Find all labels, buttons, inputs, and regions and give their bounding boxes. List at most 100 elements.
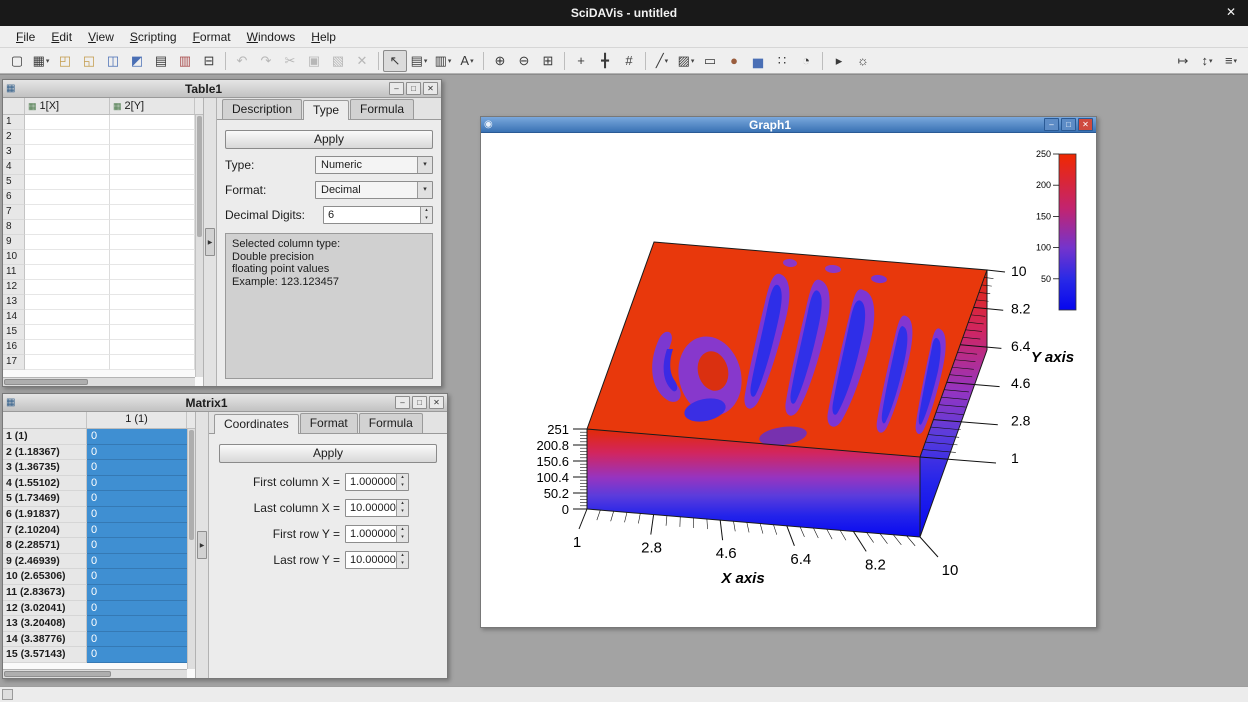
new-project-button[interactable]: ▢	[5, 50, 29, 72]
save-template-button[interactable]: ◩	[125, 50, 149, 72]
table-cell[interactable]	[25, 250, 110, 265]
menu-help[interactable]: Help	[303, 27, 344, 47]
table-cell[interactable]	[110, 355, 195, 370]
row-header[interactable]: 2	[3, 130, 25, 145]
matrix-field-spinbox[interactable]: 1.000000000▴▾	[345, 525, 409, 543]
scroll-thumb[interactable]	[189, 430, 194, 540]
table1-column-header[interactable]: ▦1[X]	[25, 98, 110, 114]
scroll-thumb[interactable]	[197, 116, 202, 237]
matrix1-splitter[interactable]: ▶	[195, 412, 209, 678]
spin-up-icon[interactable]: ▴	[397, 552, 408, 560]
matrix-row-header[interactable]: 3 (1.36735)	[3, 460, 87, 476]
plot-3d-sphere-button[interactable]: ●	[722, 50, 746, 72]
row-header[interactable]: 14	[3, 310, 25, 325]
matrix-row-header[interactable]: 14 (3.38776)	[3, 632, 87, 648]
table-cell[interactable]	[25, 205, 110, 220]
select-rows-button[interactable]: ▥▾	[431, 50, 455, 72]
matrix-cell[interactable]: 0	[87, 632, 187, 648]
scroll-thumb[interactable]	[4, 379, 88, 385]
splitter-arrow-icon[interactable]: ▶	[205, 228, 215, 256]
minimize-button[interactable]: –	[1044, 118, 1059, 131]
tab-description[interactable]: Description	[222, 99, 302, 119]
graph1-window[interactable]: ◉ Graph1 – □ ✕	[480, 116, 1097, 628]
select-range-button[interactable]: #	[617, 50, 641, 72]
matrix-cell[interactable]: 0	[87, 507, 187, 523]
row-header[interactable]: 7	[3, 205, 25, 220]
row-header[interactable]: 8	[3, 220, 25, 235]
table1-grid[interactable]: ▦1[X]▦2[Y] 1234567891011121314151617	[3, 98, 203, 386]
rescale-button[interactable]: ⊞	[536, 50, 560, 72]
spin-down-icon[interactable]: ▾	[397, 534, 408, 542]
matrix1-hscrollbar[interactable]	[3, 669, 187, 678]
tab-formula[interactable]: Formula	[350, 99, 414, 119]
splitter-arrow-icon[interactable]: ▶	[197, 531, 207, 559]
menu-scripting[interactable]: Scripting	[122, 27, 185, 47]
table-cell[interactable]	[25, 130, 110, 145]
matrix-cell[interactable]: 0	[87, 476, 187, 492]
row-header[interactable]: 4	[3, 160, 25, 175]
row-header[interactable]: 1	[3, 115, 25, 130]
new-window-button[interactable]: ▦▾	[29, 50, 53, 72]
matrix-row-header[interactable]: 12 (3.02041)	[3, 601, 87, 617]
export-pdf-button[interactable]: ▥	[173, 50, 197, 72]
table-cell[interactable]	[25, 295, 110, 310]
close-button[interactable]: ✕	[1078, 118, 1093, 131]
matrix-row-header[interactable]: 5 (1.73469)	[3, 491, 87, 507]
zoom-in-button[interactable]: ⊕	[488, 50, 512, 72]
table-cell[interactable]	[25, 190, 110, 205]
matrix-row-header[interactable]: 13 (3.20408)	[3, 616, 87, 632]
matrix-row-header[interactable]: 2 (1.18367)	[3, 445, 87, 461]
table-cell[interactable]	[110, 220, 195, 235]
table1-window[interactable]: ▦ Table1 – □ ✕ ▦1[X]▦2[Y] 12345678910111…	[2, 79, 442, 387]
table-cell[interactable]	[25, 265, 110, 280]
graph1-titlebar[interactable]: ◉ Graph1 – □ ✕	[481, 117, 1096, 133]
column-options-button[interactable]: ≡▾	[1219, 50, 1243, 72]
draw-line-button[interactable]: ╱▾	[650, 50, 674, 72]
matrix-row-header[interactable]: 1 (1)	[3, 429, 87, 445]
table-cell[interactable]	[110, 145, 195, 160]
table-cell[interactable]	[110, 160, 195, 175]
tab-type[interactable]: Type	[303, 100, 349, 120]
maximize-button[interactable]: □	[412, 396, 427, 409]
menu-format[interactable]: Format	[185, 27, 239, 47]
table-cell[interactable]	[25, 325, 110, 340]
screen-reader-button[interactable]: +	[569, 50, 593, 72]
spin-down-icon[interactable]: ▾	[397, 508, 408, 516]
table-cell[interactable]	[110, 265, 195, 280]
add-curve-button[interactable]: ▨▾	[674, 50, 698, 72]
close-button[interactable]: ✕	[423, 82, 438, 95]
spin-down-icon[interactable]: ▾	[421, 215, 432, 223]
zoom-out-button[interactable]: ⊖	[512, 50, 536, 72]
matrix-row-header[interactable]: 6 (1.91837)	[3, 507, 87, 523]
table-cell[interactable]	[25, 115, 110, 130]
table-cell[interactable]	[110, 205, 195, 220]
table-cell[interactable]	[25, 175, 110, 190]
table-cell[interactable]	[25, 145, 110, 160]
spin-up-icon[interactable]: ▴	[397, 474, 408, 482]
spin-up-icon[interactable]: ▴	[397, 500, 408, 508]
matrix-cell[interactable]: 0	[87, 601, 187, 617]
matrix-cell[interactable]: 0	[87, 647, 187, 663]
table-cell[interactable]	[25, 235, 110, 250]
menu-edit[interactable]: Edit	[43, 27, 80, 47]
app-close-icon[interactable]: ✕	[1226, 5, 1236, 19]
matrix-cell[interactable]: 0	[87, 491, 187, 507]
matrix-row-header[interactable]: 15 (3.57143)	[3, 647, 87, 663]
save-project-button[interactable]: ◫	[101, 50, 125, 72]
menu-file[interactable]: File	[8, 27, 43, 47]
table-cell[interactable]	[110, 295, 195, 310]
animation-button[interactable]: ▸	[827, 50, 851, 72]
matrix-cell[interactable]: 0	[87, 585, 187, 601]
chevron-down-icon[interactable]: ▾	[417, 182, 432, 198]
matrix-row-header[interactable]: 8 (2.28571)	[3, 538, 87, 554]
minimize-button[interactable]: –	[389, 82, 404, 95]
open-project-button[interactable]: ◰	[53, 50, 77, 72]
table1-vscrollbar[interactable]	[195, 115, 203, 377]
table-cell[interactable]	[25, 340, 110, 355]
table-cell[interactable]	[25, 160, 110, 175]
row-header[interactable]: 13	[3, 295, 25, 310]
row-header[interactable]: 6	[3, 190, 25, 205]
table-cell[interactable]	[25, 310, 110, 325]
table-cell[interactable]	[110, 175, 195, 190]
table-cell[interactable]	[25, 355, 110, 370]
